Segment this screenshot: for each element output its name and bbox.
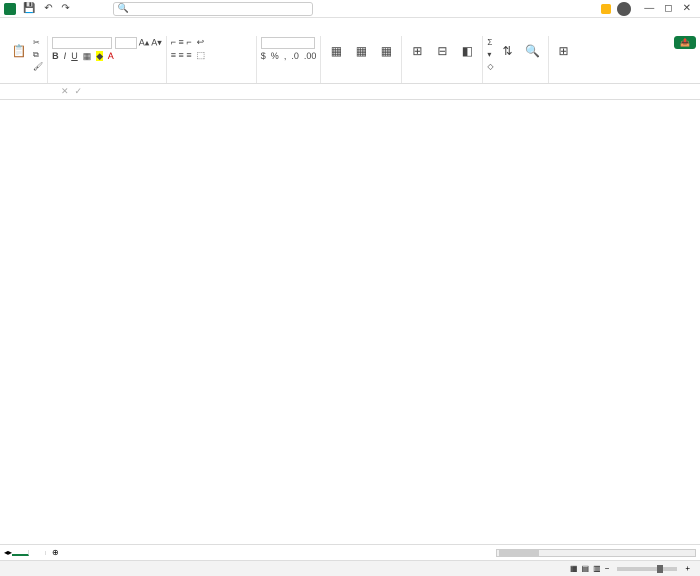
search-input[interactable]: 🔍 [113, 2, 313, 16]
wrap-text-button[interactable]: ↩ [197, 37, 205, 47]
conditional-formatting-button[interactable]: ▦ [325, 37, 347, 65]
ribbon-group-alignment: ⌐ ≡ ⌐ ↩ ≡ ≡ ≡ ⬚ [167, 36, 257, 83]
quick-access-toolbar: 💾 ↶ ↷ [20, 3, 73, 14]
share-button[interactable]: 📤 [674, 36, 696, 49]
worksheet-area[interactable] [0, 100, 700, 544]
ribbon: 📤 📋 ✂ ⧉ 🖌 A▴ A▾ B I U ▦ [0, 34, 700, 84]
ribbon-group-font: A▴ A▾ B I U ▦ ◆ A [48, 36, 167, 83]
accept-formula-icon[interactable]: ✓ [72, 86, 86, 97]
align-center-icon[interactable]: ≡ [179, 50, 184, 60]
ribbon-group-styles: ▦ ▦ ▦ [321, 36, 402, 83]
horizontal-scrollbar[interactable] [496, 549, 696, 557]
align-right-icon[interactable]: ≡ [186, 50, 191, 60]
font-color-button[interactable]: A [108, 51, 114, 61]
insert-cells-button[interactable]: ⊞ [406, 37, 428, 65]
user-avatar[interactable] [617, 2, 631, 16]
format-as-table-button[interactable]: ▦ [350, 37, 372, 65]
redo-icon[interactable]: ↷ [61, 3, 69, 14]
sheet-tabs-bar: ◂ ▸ ⊕ [0, 544, 700, 560]
format-cells-button[interactable]: ◧ [456, 37, 478, 65]
view-layout-icon[interactable]: ▤ [582, 564, 590, 573]
copy-button[interactable]: ⧉ [33, 49, 43, 60]
maximize-button[interactable]: ◻ [664, 3, 672, 14]
sheet-tab-spending-planner[interactable] [12, 550, 29, 556]
addins-button[interactable]: ⊞ [553, 37, 575, 65]
view-normal-icon[interactable]: ▦ [570, 564, 578, 573]
comma-icon[interactable]: , [284, 51, 287, 61]
fill-color-button[interactable]: ◆ [96, 51, 103, 61]
titlebar: 💾 ↶ ↷ 🔍 — ◻ ✕ [0, 0, 700, 18]
align-left-icon[interactable]: ≡ [171, 50, 176, 60]
ribbon-group-clipboard: 📋 ✂ ⧉ 🖌 [4, 36, 48, 83]
border-button[interactable]: ▦ [83, 51, 92, 61]
zoom-in-button[interactable]: + [685, 564, 690, 573]
autosum-button[interactable]: Σ [487, 37, 493, 48]
number-format-select[interactable] [261, 37, 315, 49]
view-break-icon[interactable]: ▥ [593, 564, 601, 573]
align-bot-icon[interactable]: ⌐ [186, 37, 191, 47]
cancel-formula-icon[interactable]: ✕ [58, 86, 72, 97]
formula-bar-row: ✕ ✓ [0, 84, 700, 100]
ribbon-group-editing: Σ ▾ ◇ ⇅ 🔍 [483, 36, 548, 83]
currency-icon[interactable]: $ [261, 51, 266, 61]
underline-button[interactable]: U [71, 51, 78, 61]
statusbar: ▦ ▤ ▥ − + [0, 560, 700, 576]
align-mid-icon[interactable]: ≡ [179, 37, 184, 47]
sheet-tab-budgeting-worksheet[interactable] [29, 551, 46, 555]
excel-icon [4, 3, 16, 15]
find-select-button[interactable]: 🔍 [522, 37, 544, 65]
paste-button[interactable]: 📋 [8, 37, 30, 65]
sort-filter-button[interactable]: ⇅ [497, 37, 519, 65]
minimize-button[interactable]: — [644, 3, 654, 14]
bold-button[interactable]: B [52, 51, 59, 61]
zoom-out-button[interactable]: − [605, 564, 610, 573]
italic-button[interactable]: I [64, 51, 67, 61]
merge-button[interactable]: ⬚ [197, 50, 206, 60]
cut-button[interactable]: ✂ [33, 37, 43, 48]
inc-decimal-icon[interactable]: .0 [291, 51, 299, 61]
delete-cells-button[interactable]: ⊟ [431, 37, 453, 65]
search-icon: 🔍 [118, 3, 129, 14]
cell-styles-button[interactable]: ▦ [375, 37, 397, 65]
format-painter-button[interactable]: 🖌 [33, 61, 43, 72]
ribbon-group-cells: ⊞ ⊟ ◧ [402, 36, 483, 83]
zoom-slider[interactable] [617, 567, 677, 571]
font-grow-icon[interactable]: A▴ [139, 38, 150, 48]
menubar [0, 18, 700, 34]
ribbon-group-number: $ % , .0 .00 [257, 36, 322, 83]
undo-icon[interactable]: ↶ [44, 3, 52, 14]
warning-icon[interactable] [601, 4, 611, 14]
font-family-select[interactable] [52, 37, 112, 49]
align-top-icon[interactable]: ⌐ [171, 37, 176, 47]
fill-button[interactable]: ▾ [487, 49, 493, 60]
ribbon-group-addins: ⊞ [549, 36, 579, 83]
new-sheet-button[interactable]: ⊕ [46, 548, 65, 557]
font-size-select[interactable] [115, 37, 137, 49]
percent-icon[interactable]: % [271, 51, 279, 61]
clear-button[interactable]: ◇ [487, 61, 493, 72]
font-shrink-icon[interactable]: A▾ [151, 38, 162, 48]
close-button[interactable]: ✕ [683, 3, 691, 14]
dec-decimal-icon[interactable]: .00 [304, 51, 317, 61]
save-icon[interactable]: 💾 [23, 3, 35, 14]
